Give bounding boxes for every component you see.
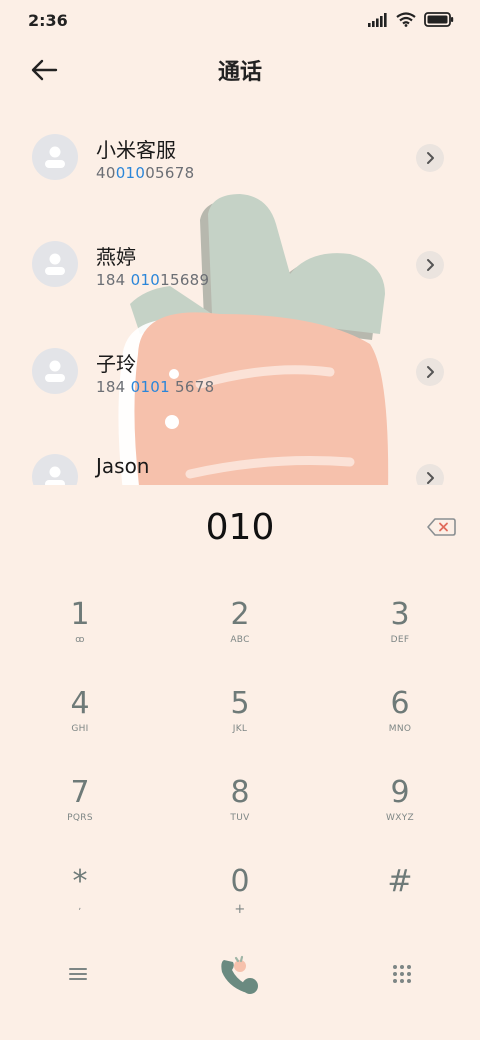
key-star[interactable]: *,: [20, 864, 140, 944]
person-icon: [45, 360, 65, 382]
header: 通话: [0, 40, 480, 100]
number-prefix: 184: [96, 378, 131, 396]
avatar: [32, 348, 78, 394]
number-suffix: 15689: [160, 271, 210, 289]
menu-button[interactable]: [66, 964, 90, 988]
call-button[interactable]: [214, 952, 266, 998]
key-letters: PQRS: [67, 813, 93, 823]
key-letters: WXYZ: [386, 813, 414, 823]
chevron-right-icon: [427, 152, 434, 164]
avatar: [32, 454, 78, 485]
number-suffix: 05678: [145, 164, 195, 182]
key-letters: +: [234, 902, 246, 917]
key-digit: 7: [70, 775, 90, 810]
person-icon: [45, 146, 65, 168]
contact-name: 燕婷: [96, 245, 136, 269]
key-digit: 5: [230, 686, 250, 721]
key-8[interactable]: 8 TUV: [180, 775, 300, 855]
key-letters: GHI: [71, 724, 89, 734]
key-2[interactable]: 2 ABC: [180, 597, 300, 677]
key-letters: JKL: [232, 724, 248, 734]
key-letters: MNO: [388, 724, 412, 734]
number-match: 0101: [130, 378, 170, 396]
chevron-right-icon: [427, 366, 434, 378]
menu-icon: [69, 968, 87, 980]
dialpad-toggle-button[interactable]: [390, 962, 414, 990]
key-0[interactable]: 0 +: [180, 864, 300, 944]
contact-name: 小米客服: [96, 138, 176, 162]
number-prefix: 184: [96, 271, 131, 289]
key-6[interactable]: 6 MNO: [340, 686, 460, 766]
status-time: 2:36: [28, 11, 68, 30]
status-bar: 2:36: [0, 0, 480, 40]
backspace-button[interactable]: [426, 517, 456, 541]
key-digit: 2: [230, 597, 250, 632]
key-letters: ABC: [230, 635, 250, 645]
contact-detail-button[interactable]: [416, 251, 444, 279]
avatar: [32, 134, 78, 180]
key-5[interactable]: 5 JKL: [180, 686, 300, 766]
key-digit: #: [387, 864, 413, 899]
number-match: 010: [130, 271, 161, 289]
key-digit: 6: [390, 686, 410, 721]
backspace-icon: [427, 518, 456, 536]
chevron-right-icon: [427, 472, 434, 484]
contact-detail-button[interactable]: [416, 358, 444, 386]
phone-call-icon: [221, 955, 258, 994]
key-digit: 9: [390, 775, 410, 810]
number-suffix: 5678: [169, 378, 215, 396]
contact-name: 子玲: [96, 352, 136, 376]
key-3[interactable]: 3 DEF: [340, 597, 460, 677]
voicemail-icon: ꝏ: [75, 635, 85, 645]
key-4[interactable]: 4 GHI: [20, 686, 140, 766]
contact-item[interactable]: 小米客服 4001005678: [0, 104, 480, 204]
person-icon: [45, 466, 65, 485]
number-match: 010: [115, 164, 146, 182]
key-7[interactable]: 7 PQRS: [20, 775, 140, 855]
key-digit: 0: [230, 864, 250, 899]
wifi-icon: [396, 12, 416, 27]
key-digit: 3: [390, 597, 410, 632]
number-prefix: 40: [96, 164, 116, 182]
contact-name: Jason: [96, 454, 150, 478]
status-icons: [368, 12, 454, 27]
signal-icon: [368, 12, 387, 27]
dial-input-row: 010: [0, 485, 480, 570]
key-1[interactable]: 1ꝏ: [20, 597, 140, 677]
bottom-bar: [0, 940, 480, 1010]
key-digit: 4: [70, 686, 90, 721]
contact-list: 小米客服 4001005678 燕婷 184 01015689 子玲 184 0…: [0, 104, 480, 485]
key-letters: DEF: [390, 635, 410, 645]
contact-number: 184 01015689: [96, 271, 209, 289]
contact-number: 4001005678: [96, 164, 194, 182]
contact-item[interactable]: 子玲 184 0101 5678: [0, 318, 480, 418]
dialpad-grid-icon: [393, 965, 411, 983]
chevron-right-icon: [427, 259, 434, 271]
battery-icon: [424, 12, 454, 27]
key-hash[interactable]: #: [340, 864, 460, 944]
contact-detail-button[interactable]: [416, 464, 444, 485]
contact-detail-button[interactable]: [416, 144, 444, 172]
person-icon: [45, 253, 65, 275]
key-letters: TUV: [230, 813, 250, 823]
dial-number-display[interactable]: 010: [0, 507, 480, 548]
avatar: [32, 241, 78, 287]
contact-number: 184 0101 5678: [96, 378, 214, 396]
contact-item[interactable]: Jason: [0, 424, 480, 485]
key-digit: *: [72, 864, 88, 899]
key-letters: ,: [78, 902, 82, 912]
page-title: 通话: [217, 60, 262, 85]
contact-item[interactable]: 燕婷 184 01015689: [0, 211, 480, 311]
key-digit: 1: [70, 597, 90, 632]
key-digit: 8: [230, 775, 250, 810]
key-9[interactable]: 9 WXYZ: [340, 775, 460, 855]
